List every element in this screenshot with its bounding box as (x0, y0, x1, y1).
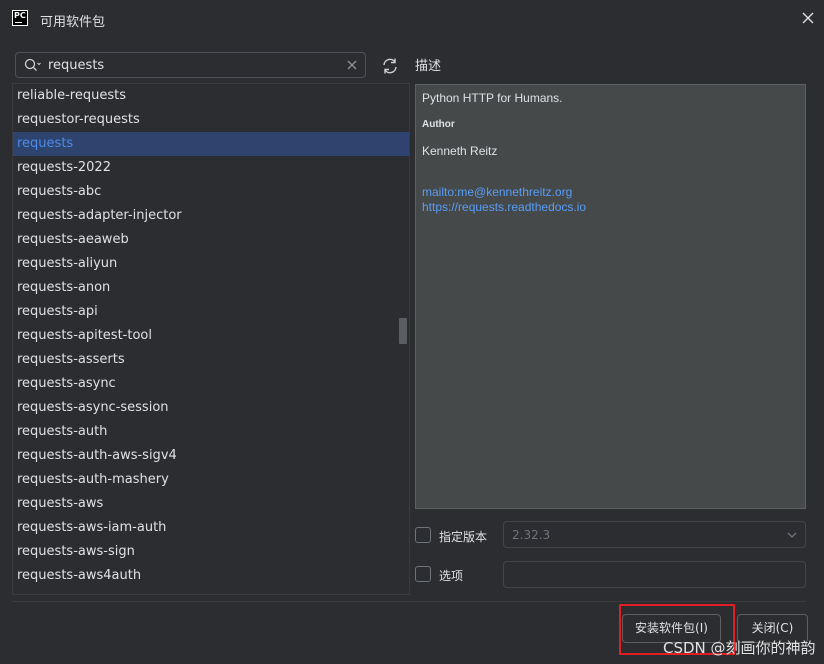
watermark: CSDN @刻画你的神韵 (663, 639, 816, 657)
package-list-item[interactable]: requests-asserts (13, 348, 409, 372)
author-name: Kenneth Reitz (422, 144, 498, 158)
description-panel: Python HTTP for Humans. Author Kenneth R… (415, 84, 806, 509)
package-list-item[interactable]: requests (13, 132, 409, 156)
package-list-item[interactable]: requests-auth-aws-sigv4 (13, 444, 409, 468)
specify-version-checkbox[interactable] (415, 527, 431, 543)
package-list-item[interactable]: requestor-requests (13, 108, 409, 132)
window-title: 可用软件包 (40, 15, 106, 30)
package-list[interactable]: reliable-requests requestor-requests reque… (12, 83, 410, 595)
search-field[interactable] (15, 52, 366, 78)
package-list-item[interactable]: requests-aws (13, 492, 409, 516)
package-list-item[interactable]: requests-aws4auth (13, 564, 409, 588)
list-scrollbar[interactable] (399, 318, 407, 344)
package-list-item[interactable]: requests-auth (13, 420, 409, 444)
options-checkbox[interactable] (415, 566, 431, 582)
package-list-item[interactable]: requests-aws-sign (13, 540, 409, 564)
package-list-item[interactable]: requests-aws-iam-auth (13, 516, 409, 540)
package-list-item[interactable]: requests-async (13, 372, 409, 396)
version-select[interactable]: 2.32.3 (503, 521, 806, 548)
author-label: Author (422, 119, 455, 130)
options-label: 选项 (439, 569, 464, 583)
close-icon[interactable] (800, 10, 816, 26)
search-icon[interactable] (24, 58, 42, 72)
package-list-item[interactable]: requests-aliyun (13, 252, 409, 276)
package-list-item[interactable]: requests-apitest-tool (13, 324, 409, 348)
package-summary: Python HTTP for Humans. (422, 91, 563, 105)
package-list-item[interactable]: requests-async-session (13, 396, 409, 420)
description-label: 描述 (415, 59, 442, 74)
options-input[interactable] (503, 561, 806, 588)
pycharm-logo-icon: PC (12, 10, 28, 26)
search-input[interactable] (48, 56, 338, 74)
chevron-down-icon (787, 532, 797, 538)
package-list-item[interactable]: requests-2022 (13, 156, 409, 180)
footer-divider (12, 601, 806, 602)
title-bar: PC 可用软件包 (0, 0, 824, 38)
package-list-item[interactable]: requests-api (13, 300, 409, 324)
package-list-item[interactable]: requests-anon (13, 276, 409, 300)
clear-icon[interactable] (346, 59, 358, 71)
package-list-item[interactable]: requests-aeaweb (13, 228, 409, 252)
homepage-link[interactable]: https://requests.readthedocs.io (422, 200, 586, 214)
author-email-link[interactable]: mailto:me@kennethreitz.org (422, 185, 572, 199)
version-value: 2.32.3 (512, 528, 551, 542)
specify-version-label: 指定版本 (439, 530, 488, 544)
refresh-icon[interactable] (380, 56, 400, 76)
package-list-item[interactable]: requests-auth-mashery (13, 468, 409, 492)
package-list-item[interactable]: requests-abc (13, 180, 409, 204)
package-list-item[interactable]: reliable-requests (13, 84, 409, 108)
package-list-item[interactable]: requests-adapter-injector (13, 204, 409, 228)
